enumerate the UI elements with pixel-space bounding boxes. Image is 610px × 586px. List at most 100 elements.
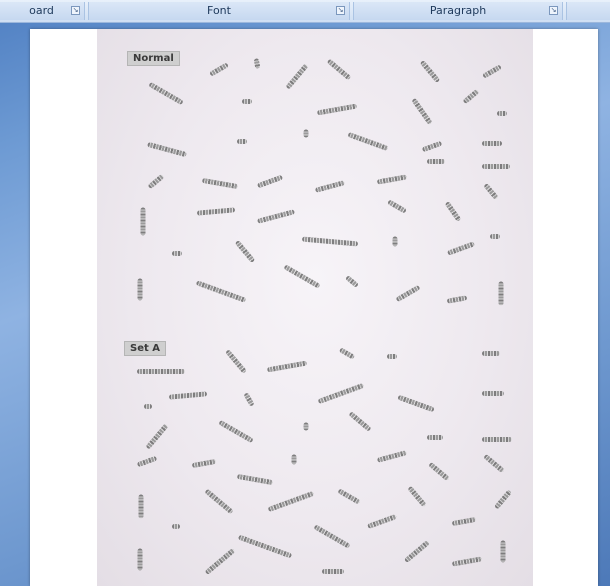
chromosome-shape: [283, 264, 321, 289]
chromosome-shape: [148, 81, 184, 106]
chromosome-shape: [147, 141, 187, 158]
chromosome-shape: [367, 514, 397, 529]
chromosome-shape: [376, 450, 408, 463]
chromosome-shape: [444, 201, 462, 222]
chromosome-shape: [236, 473, 274, 486]
chromosome-shape: [242, 99, 252, 104]
karyotype-scan-image: Normal Set A: [97, 29, 533, 586]
font-group-label: Font: [207, 4, 231, 17]
chromosome-shape: [348, 411, 372, 432]
chromosome-shape: [326, 58, 352, 81]
chromosome-shape: [395, 284, 421, 303]
chromosome-shape: [411, 97, 433, 126]
chromosome-shape: [322, 569, 344, 574]
clipboard-group: oard ↘: [0, 2, 85, 20]
chromosome-shape: [237, 534, 293, 559]
chromosome-shape: [337, 488, 361, 505]
chromosome-shape: [145, 423, 169, 450]
section-label-normal: Normal: [127, 51, 180, 66]
ribbon-group-labels: oard ↘ Font ↘ Paragraph ↘: [0, 0, 610, 23]
chromosome-shape: [376, 174, 408, 185]
chromosome-shape: [446, 241, 476, 256]
chromosome-shape: [500, 540, 506, 563]
chromosome-shape: [338, 347, 356, 360]
font-group: Font ↘: [88, 2, 350, 20]
chromosome-shape: [494, 489, 512, 510]
chromosome-shape: [291, 454, 297, 465]
chromosome-shape: [490, 234, 500, 239]
chromosome-shape: [237, 139, 247, 144]
chromosome-shape: [387, 354, 397, 359]
chromosome-shape: [428, 461, 450, 482]
chromosome-shape: [256, 174, 284, 189]
chromosome-shape: [482, 391, 504, 396]
chromosome-shape: [209, 62, 229, 77]
chromosome-shape: [140, 207, 146, 236]
chromosome-shape: [482, 351, 500, 356]
chromosome-shape: [303, 422, 309, 431]
chromosome-shape: [451, 516, 477, 527]
chromosome-shape: [345, 275, 359, 288]
chromosome-shape: [191, 458, 217, 469]
chromosome-shape: [498, 281, 504, 306]
chromosome-shape: [407, 485, 427, 508]
chromosome-shape: [257, 209, 295, 224]
chromosome-shape: [137, 548, 143, 571]
chromosome-shape: [172, 524, 180, 529]
chromosome-shape: [253, 58, 261, 69]
chromosome-shape: [303, 129, 309, 138]
chromosome-shape: [204, 548, 236, 575]
chromosome-shape: [266, 360, 308, 373]
paragraph-group-label: Paragraph: [429, 4, 487, 17]
chromosome-shape: [144, 404, 152, 409]
chromosome-shape: [397, 394, 435, 413]
chromosome-shape: [419, 59, 441, 84]
styles-group: [566, 2, 610, 20]
chromosome-shape: [317, 382, 365, 405]
chromosome-shape: [218, 419, 254, 444]
chromosome-shape: [451, 556, 483, 567]
chromosome-shape: [483, 182, 499, 201]
chromosome-shape: [204, 488, 234, 515]
font-launcher-icon[interactable]: ↘: [336, 6, 345, 15]
chromosome-shape: [137, 369, 185, 374]
chromosome-shape: [285, 63, 309, 90]
document-page[interactable]: Normal Set A: [30, 29, 598, 586]
clipboard-group-label: oard: [29, 4, 54, 17]
section-label-set-a: Set A: [124, 341, 166, 356]
paragraph-launcher-icon[interactable]: ↘: [549, 6, 558, 15]
chromosome-shape: [482, 141, 502, 146]
paragraph-group: Paragraph ↘: [353, 2, 563, 20]
chromosome-shape: [136, 455, 158, 468]
chromosome-shape: [427, 159, 445, 164]
chromosome-shape: [482, 164, 510, 169]
chromosome-shape: [147, 173, 165, 190]
chromosome-shape: [201, 177, 239, 190]
chromosome-shape: [314, 180, 346, 193]
chromosome-shape: [387, 199, 407, 214]
clipboard-launcher-icon[interactable]: ↘: [71, 6, 80, 15]
chromosome-shape: [234, 239, 256, 264]
chromosome-shape: [301, 236, 359, 247]
chromosome-shape: [446, 295, 468, 304]
chromosome-shape: [225, 349, 247, 374]
chromosome-shape: [347, 131, 389, 152]
chromosome-shape: [138, 494, 144, 519]
chromosome-shape: [316, 103, 358, 116]
chromosome-shape: [137, 278, 143, 301]
chromosome-shape: [195, 280, 247, 303]
chromosome-shape: [482, 437, 512, 442]
chromosome-shape: [243, 392, 255, 407]
chromosome-shape: [497, 111, 507, 116]
chromosome-shape: [196, 207, 236, 216]
chromosome-shape: [172, 251, 182, 256]
chromosome-shape: [392, 236, 398, 247]
chromosome-shape: [168, 391, 208, 400]
chromosome-shape: [403, 539, 431, 564]
chromosome-shape: [483, 453, 505, 474]
chromosome-shape: [427, 435, 443, 440]
chromosome-shape: [421, 140, 443, 153]
chromosome-shape: [462, 88, 480, 105]
chromosome-shape: [267, 490, 315, 513]
chromosome-shape: [313, 524, 351, 549]
